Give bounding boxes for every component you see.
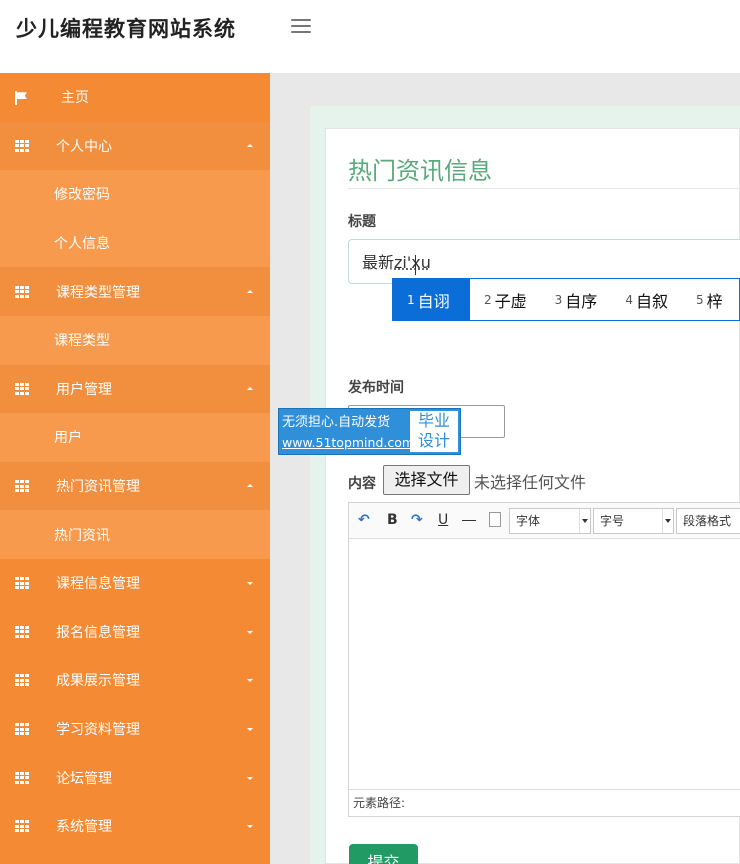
choose-file-button[interactable]: 选择文件 — [383, 465, 470, 495]
sidebar-item-home[interactable]: 主页 — [0, 73, 270, 122]
sidebar-item-hot-news-management[interactable]: 热门资讯管理 — [0, 462, 270, 511]
watermark-text: 无须担心.自动发货 — [282, 413, 414, 433]
divider — [348, 188, 740, 189]
sidebar-item-personal-center[interactable]: 个人中心 — [0, 122, 270, 171]
grid-icon — [15, 286, 29, 298]
undo-icon[interactable]: ↶ — [358, 512, 370, 528]
title-input-pinyin: zi'xu — [394, 253, 431, 272]
font-size-select[interactable]: 字号 — [593, 508, 674, 534]
redo-icon[interactable]: ↷ — [411, 512, 423, 528]
title-label: 标题 — [348, 211, 376, 231]
grid-icon — [15, 723, 29, 735]
sidebar-item-course-type-management[interactable]: 课程类型管理 — [0, 267, 270, 316]
sidebar-item-label: 课程类型 — [54, 330, 110, 350]
watermark-badge: 毕业 设计 — [410, 411, 458, 452]
sidebar-item-label: 课程信息管理 — [56, 573, 140, 593]
sidebar-item-label: 课程类型管理 — [56, 282, 140, 302]
site-title: 少儿编程教育网站系统 — [16, 13, 236, 43]
sidebar-item-label: 修改密码 — [54, 184, 110, 204]
bold-button[interactable]: B — [387, 512, 398, 528]
sidebar-item-label: 论坛管理 — [56, 768, 112, 788]
sidebar-item-label: 用户管理 — [56, 379, 112, 399]
sidebar-item-forum-management[interactable]: 论坛管理 — [0, 753, 270, 802]
sidebar-item-enrollment-management[interactable]: 报名信息管理 — [0, 608, 270, 657]
document-icon[interactable] — [489, 512, 501, 527]
ime-candidate[interactable]: 4 自叙 — [611, 279, 682, 320]
ime-candidate[interactable]: 5梓 — [682, 279, 737, 320]
watermark-url: www.51topmind.com — [282, 433, 414, 453]
sidebar-item-hot-news[interactable]: 热门资讯 — [0, 510, 270, 559]
sidebar-item-label: 系统管理 — [56, 816, 112, 836]
editor-status-path: 元素路径: — [349, 789, 740, 816]
chevron-down-icon — [247, 728, 253, 731]
chevron-down-icon — [247, 777, 253, 780]
content-label: 内容 — [348, 473, 376, 493]
paragraph-format-select[interactable]: 段落格式 — [676, 508, 740, 534]
sidebar-item-user-management[interactable]: 用户管理 — [0, 365, 270, 414]
underline-button[interactable]: U — [438, 512, 448, 528]
grid-icon — [15, 480, 29, 492]
chevron-down-icon — [247, 825, 253, 828]
chevron-up-icon — [247, 484, 253, 487]
grid-icon — [15, 140, 29, 152]
sidebar-item-materials-management[interactable]: 学习资料管理 — [0, 705, 270, 754]
sidebar-item-label: 用户 — [54, 427, 82, 447]
text-cursor-icon — [415, 255, 418, 275]
page-title: 热门资讯信息 — [348, 151, 492, 186]
watermark-banner: 无须担心.自动发货 www.51topmind.com 毕业 设计 — [278, 408, 461, 455]
sidebar-item-label: 报名信息管理 — [56, 622, 140, 642]
sidebar-item-course-info-management[interactable]: 课程信息管理 — [0, 559, 270, 608]
menu-toggle-icon[interactable] — [291, 19, 311, 35]
chevron-down-icon — [247, 679, 253, 682]
submit-button[interactable]: 提交 — [349, 844, 418, 864]
editor-toolbar: ↶ B ↷ U 字体 字号 段落格式 — [349, 503, 740, 539]
chevron-up-icon — [247, 290, 253, 293]
publish-time-label: 发布时间 — [348, 377, 404, 397]
sidebar-item-system-management[interactable]: 系统管理 — [0, 802, 270, 851]
ime-candidate[interactable]: 3 自序 — [541, 279, 612, 320]
file-status: 未选择任何文件 — [474, 469, 586, 493]
chevron-down-icon — [247, 631, 253, 634]
chevron-up-icon — [247, 387, 253, 390]
sidebar-item-label: 热门资讯管理 — [56, 476, 140, 496]
sidebar: 主页 个人中心 修改密码 个人信息 课程类型管理 课程类型 用户管理 用户 热门… — [0, 73, 270, 864]
ime-candidate-bar: 1 自诩 2 子虚 3 自序 4 自叙 5梓 — [392, 278, 740, 321]
ime-candidate[interactable]: 1 自诩 — [393, 279, 470, 320]
top-bar: 少儿编程教育网站系统 — [0, 0, 740, 73]
sidebar-item-change-password[interactable]: 修改密码 — [0, 170, 270, 219]
chevron-down-icon — [247, 582, 253, 585]
font-family-select[interactable]: 字体 — [509, 508, 591, 534]
sidebar-item-label: 个人信息 — [54, 233, 110, 253]
sidebar-item-user[interactable]: 用户 — [0, 413, 270, 462]
sidebar-item-label: 热门资讯 — [54, 525, 110, 545]
sidebar-item-personal-info[interactable]: 个人信息 — [0, 219, 270, 268]
sidebar-item-label: 主页 — [61, 87, 89, 107]
sidebar-item-label: 个人中心 — [56, 136, 112, 156]
grid-icon — [15, 383, 29, 395]
grid-icon — [15, 626, 29, 638]
flag-icon — [15, 91, 29, 103]
ime-candidate[interactable]: 2 子虚 — [470, 279, 541, 320]
grid-icon — [15, 577, 29, 589]
chevron-up-icon — [247, 144, 253, 147]
grid-icon — [15, 772, 29, 784]
sidebar-item-showcase-management[interactable]: 成果展示管理 — [0, 656, 270, 705]
grid-icon — [15, 820, 29, 832]
grid-icon — [15, 674, 29, 686]
sidebar-item-course-type[interactable]: 课程类型 — [0, 316, 270, 365]
title-input-text: 最新 — [362, 253, 394, 272]
sidebar-item-label: 成果展示管理 — [56, 670, 140, 690]
horizontal-rule-icon[interactable] — [462, 520, 476, 521]
rich-text-editor[interactable]: ↶ B ↷ U 字体 字号 段落格式 元素路径: — [348, 502, 740, 817]
sidebar-item-label: 学习资料管理 — [56, 719, 140, 739]
